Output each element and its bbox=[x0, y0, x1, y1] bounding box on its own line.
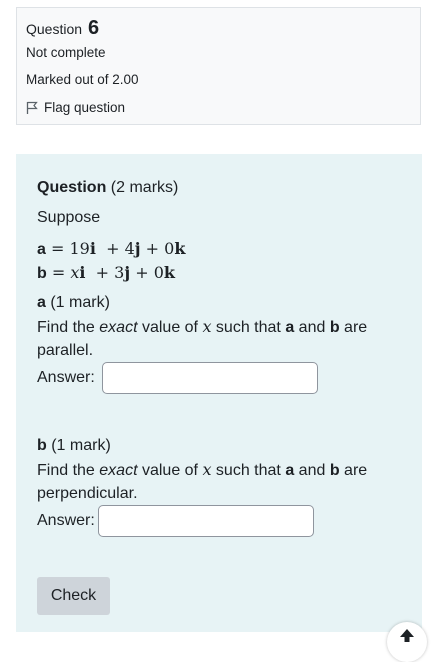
prompt-text: value of bbox=[137, 462, 203, 479]
part-a-answer-label: Answer: bbox=[37, 369, 95, 386]
prompt-emphasis: exact bbox=[99, 319, 138, 336]
vector-a-equation: a = 19i + 4j + 0k bbox=[37, 237, 185, 262]
vector-b-equation: b = xi + 3j + 0k bbox=[37, 261, 175, 286]
page-footer-strip bbox=[0, 632, 439, 640]
vector-b-ref: b bbox=[329, 462, 340, 479]
prompt-text: Find the bbox=[37, 319, 100, 336]
flag-question-link[interactable]: Flag question bbox=[26, 100, 125, 115]
question-heading-title: Question bbox=[37, 179, 107, 196]
part-b-letter: b bbox=[37, 437, 47, 454]
vector-a-symbol: a bbox=[37, 241, 46, 258]
question-intro: Suppose bbox=[37, 209, 101, 226]
prompt-text: are bbox=[339, 319, 368, 336]
vector-b-ref: b bbox=[329, 319, 340, 336]
question-number-value: 6 bbox=[87, 17, 100, 39]
prompt-text: such that bbox=[211, 462, 286, 479]
part-a-heading: a (1 mark) bbox=[37, 291, 110, 315]
part-b-prompt-line2: perpendicular. bbox=[37, 485, 138, 502]
flag-question-label: Flag question bbox=[44, 100, 126, 115]
unit-vector-k: k bbox=[174, 239, 186, 258]
prompt-text: are bbox=[339, 462, 368, 479]
plus-sign: + bbox=[85, 263, 115, 282]
equals-sign: = bbox=[45, 239, 70, 258]
part-b-prompt-line1: Find the exact value of x such that a an… bbox=[37, 458, 367, 483]
prompt-text: and bbox=[294, 462, 330, 479]
question-heading-marks: (2 marks) bbox=[110, 179, 179, 196]
part-b-marks: (1 mark) bbox=[46, 437, 111, 454]
part-b-answer-label: Answer: bbox=[37, 512, 95, 529]
vector-a-ref: a bbox=[285, 462, 295, 479]
part-a-answer-input[interactable] bbox=[102, 362, 318, 394]
prompt-emphasis: exact bbox=[99, 462, 138, 479]
coefficient-j: 4 bbox=[124, 239, 135, 258]
prompt-text: and bbox=[294, 319, 330, 336]
back-to-top-button[interactable] bbox=[387, 622, 427, 662]
question-state: Not complete bbox=[26, 45, 106, 60]
plus-sign: + bbox=[95, 239, 125, 258]
prompt-text: Find the bbox=[37, 462, 100, 479]
part-b-heading: b (1 mark) bbox=[37, 434, 111, 458]
question-number: Question 6 bbox=[26, 17, 99, 40]
vector-a-ref: a bbox=[285, 319, 295, 336]
coefficient-k: 0 bbox=[164, 239, 175, 258]
prompt-text: value of bbox=[137, 319, 203, 336]
plus-sign: + bbox=[130, 263, 154, 282]
part-a-marks: (1 mark) bbox=[45, 294, 110, 311]
equals-sign: = bbox=[46, 263, 71, 282]
coefficient-k: 0 bbox=[153, 263, 164, 282]
prompt-text: such that bbox=[211, 319, 286, 336]
question-content: Question (2 marks) Suppose a = 19i + 4j … bbox=[16, 154, 422, 640]
vector-b-symbol: b bbox=[37, 265, 47, 282]
question-number-label: Question bbox=[26, 21, 83, 37]
part-a-letter: a bbox=[37, 294, 46, 311]
question-heading: Question (2 marks) bbox=[37, 176, 178, 200]
question-info-panel: Question 6 Not complete Marked out of 2.… bbox=[16, 7, 421, 125]
question-grade: Marked out of 2.00 bbox=[26, 72, 139, 87]
coefficient-j: 3 bbox=[114, 263, 125, 282]
unit-vector-k: k bbox=[163, 263, 175, 282]
part-b-answer-input[interactable] bbox=[98, 505, 314, 537]
part-a-prompt-line2: parallel. bbox=[37, 342, 94, 359]
coefficient-i: 19 bbox=[69, 239, 90, 258]
part-a-prompt-line1: Find the exact value of x such that a an… bbox=[37, 315, 367, 340]
plus-sign: + bbox=[140, 239, 165, 258]
check-button[interactable]: Check bbox=[37, 577, 110, 615]
flag-icon bbox=[26, 101, 38, 114]
